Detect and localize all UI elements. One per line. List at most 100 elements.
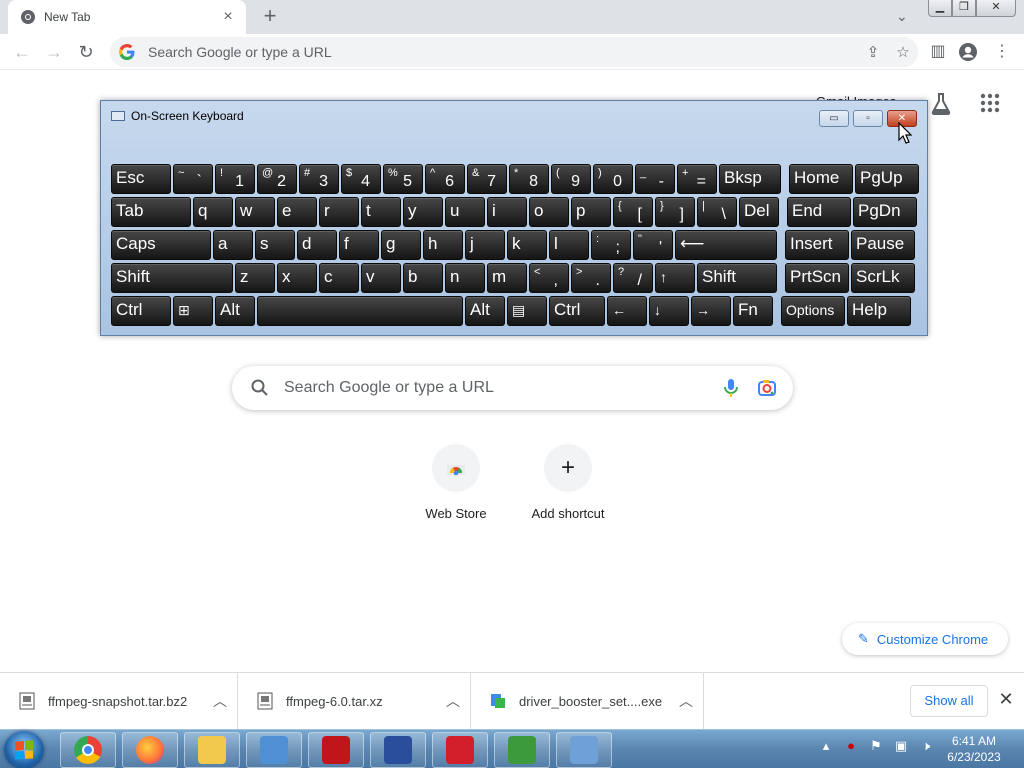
osk-key[interactable]: c (319, 263, 359, 293)
google-apps-icon[interactable] (980, 93, 1000, 113)
osk-key[interactable]: e (277, 197, 317, 227)
window-maximize-button[interactable]: ❐ (952, 0, 976, 17)
share-icon[interactable]: ⇪ (858, 43, 888, 61)
osk-key[interactable]: ▤ (507, 296, 547, 326)
osk-key[interactable]: End (787, 197, 851, 227)
osk-key[interactable]: >. (571, 263, 611, 293)
osk-key[interactable]: Ctrl (111, 296, 171, 326)
download-bar-close-icon[interactable]: ✕ (996, 689, 1016, 710)
osk-key[interactable]: h (423, 230, 463, 260)
osk-key[interactable]: w (235, 197, 275, 227)
osk-key[interactable]: ← (607, 296, 647, 326)
osk-key[interactable]: t (361, 197, 401, 227)
osk-key[interactable]: Pause (851, 230, 915, 260)
shortcut-add[interactable]: + Add shortcut (512, 444, 624, 521)
osk-key[interactable]: ! 1 (215, 164, 255, 194)
chevron-up-icon[interactable]: ︿ (203, 691, 237, 711)
osk-key[interactable]: PrtScn (785, 263, 849, 293)
taskbar-app-vim[interactable] (494, 732, 550, 768)
back-button[interactable]: ← (10, 40, 34, 64)
google-lens-camera-icon[interactable] (757, 377, 777, 399)
address-bar[interactable]: Search Google or type a URL ⇪ ☆ (110, 37, 918, 67)
download-item[interactable]: ffmpeg-snapshot.tar.bz2 ︿ (0, 673, 238, 729)
osk-key[interactable]: (9 (551, 164, 591, 194)
osk-key[interactable]: ↓ (649, 296, 689, 326)
osk-key[interactable]: }] (655, 197, 695, 227)
new-tab-button[interactable]: + (258, 4, 282, 28)
taskbar-app-snipping[interactable] (370, 732, 426, 768)
osk-key[interactable]: l (549, 230, 589, 260)
osk-key[interactable]: → (691, 296, 731, 326)
osk-key[interactable]: Shift (111, 263, 233, 293)
osk-key[interactable]: Esc (111, 164, 171, 194)
reload-button[interactable]: ↻ (74, 40, 98, 64)
osk-key[interactable]: % 5 (383, 164, 423, 194)
voice-search-mic-icon[interactable] (721, 377, 741, 399)
osk-key[interactable]: y (403, 197, 443, 227)
osk-key[interactable]: ↑ (655, 263, 695, 293)
taskbar-app-screen-recorder[interactable] (432, 732, 488, 768)
tab-search-icon[interactable]: ⌄ (896, 8, 908, 25)
osk-key[interactable]: | \ (697, 197, 737, 227)
osk-key[interactable]: & 7 (467, 164, 507, 194)
osk-key[interactable]: #3 (299, 164, 339, 194)
taskbar-app-explorer[interactable] (184, 732, 240, 768)
osk-key[interactable]: PgDn (853, 197, 917, 227)
osk-key[interactable]: b (403, 263, 443, 293)
osk-key[interactable]: * 8 (509, 164, 549, 194)
osk-key[interactable]: m (487, 263, 527, 293)
osk-key[interactable]: ? / (613, 263, 653, 293)
osk-key[interactable]: ⟵ (675, 230, 777, 260)
osk-key[interactable]: Alt (465, 296, 505, 326)
volume-muted-icon[interactable]: 🕨 (918, 738, 934, 754)
show-all-downloads-button[interactable]: Show all (910, 685, 988, 717)
osk-key[interactable]: a (213, 230, 253, 260)
osk-key[interactable]: ⊞ (173, 296, 213, 326)
osk-key[interactable]: v (361, 263, 401, 293)
osk-key[interactable]: <, (529, 263, 569, 293)
osk-key[interactable]: " ' (633, 230, 673, 260)
osk-key[interactable]: ScrLk (851, 263, 915, 293)
osk-key[interactable]: + = (677, 164, 717, 194)
osk-key[interactable]: d (297, 230, 337, 260)
osk-key[interactable]: k (507, 230, 547, 260)
osk-key[interactable]: r (319, 197, 359, 227)
osk-key[interactable]: @2 (257, 164, 297, 194)
tab-close-icon[interactable]: × (220, 8, 236, 26)
osk-key[interactable]: Del (739, 197, 779, 227)
download-item[interactable]: driver_booster_set....exe ︿ (471, 673, 704, 729)
labs-flask-icon[interactable] (930, 92, 952, 116)
osk-key[interactable]: u (445, 197, 485, 227)
menu-kebab-icon[interactable]: ⋮ (992, 42, 1012, 62)
osk-key[interactable]: s (255, 230, 295, 260)
osk-key[interactable]: ^ 6 (425, 164, 465, 194)
osk-key[interactable]: Insert (785, 230, 849, 260)
taskbar-app-driver-booster[interactable] (308, 732, 364, 768)
window-close-button[interactable]: ✕ (976, 0, 1016, 17)
action-center-flag-icon[interactable]: ⚑ (868, 738, 884, 754)
taskbar-app-firefox[interactable] (122, 732, 178, 768)
on-screen-keyboard-window[interactable]: On-Screen Keyboard ▭ ▫ ✕ Esc ~ `! 1 @2 #3 $4% 5… (100, 100, 928, 336)
bookmark-star-icon[interactable]: ☆ (888, 43, 918, 61)
osk-key[interactable]: Bksp (719, 164, 781, 194)
osk-key[interactable]: i (487, 197, 527, 227)
osk-key[interactable]: j (465, 230, 505, 260)
taskbar-clock[interactable]: 6:41 AM 6/23/2023 (942, 733, 1006, 765)
osk-key[interactable]: g (381, 230, 421, 260)
start-button[interactable] (4, 731, 44, 768)
osk-key[interactable]: $4 (341, 164, 381, 194)
download-item[interactable]: ffmpeg-6.0.tar.xz ︿ (238, 673, 471, 729)
osk-key[interactable]: Tab (111, 197, 191, 227)
osk-key[interactable]: Caps (111, 230, 211, 260)
taskbar-app-control-panel[interactable] (246, 732, 302, 768)
osk-key[interactable]: ) 0 (593, 164, 633, 194)
tab-new-tab[interactable]: New Tab × (8, 0, 246, 34)
tray-app-icon[interactable]: ● (843, 738, 859, 754)
osk-key[interactable]: _ - (635, 164, 675, 194)
google-search-box[interactable]: Search Google or type a URL (232, 366, 793, 410)
osk-key[interactable]: PgUp (855, 164, 919, 194)
osk-key[interactable]: o (529, 197, 569, 227)
osk-key[interactable]: ~ ` (173, 164, 213, 194)
osk-key[interactable]: Ctrl (549, 296, 605, 326)
osk-key[interactable]: {[ (613, 197, 653, 227)
